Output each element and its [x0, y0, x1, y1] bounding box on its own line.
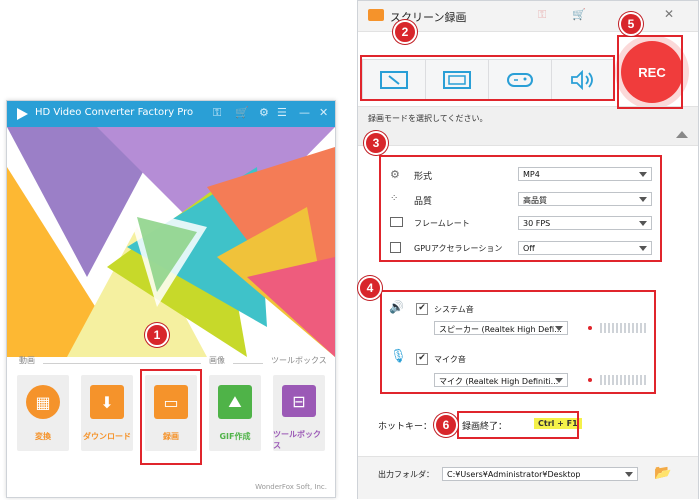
download-icon: ⬇	[90, 385, 124, 419]
gear-icon[interactable]: ⚙	[259, 106, 269, 119]
tile-label: ツールボックス	[273, 430, 321, 450]
gpu-value: Off	[523, 244, 535, 253]
step-badge-3: 3	[364, 131, 388, 155]
region-icon	[380, 71, 408, 89]
mic-audio-checkbox[interactable]: ✔	[416, 353, 428, 365]
framerate-label: フレームレート	[414, 219, 470, 228]
region-mode-button[interactable]	[362, 59, 426, 101]
app-title-bar: HD Video Converter Factory Pro ⚿ 🛒 ⚙ ☰ —…	[7, 101, 335, 127]
mode-hint: 録画モードを選択してください。	[368, 114, 488, 123]
fullscreen-icon	[443, 71, 471, 89]
divider	[233, 363, 263, 364]
app-logo-icon	[17, 108, 28, 120]
format-label: 形式	[414, 172, 433, 182]
hint-bar: 録画モードを選択してください。	[358, 106, 698, 146]
audio-level-dot	[588, 378, 592, 382]
footer-brand: WonderFox Soft, Inc.	[255, 483, 327, 491]
divider	[43, 363, 201, 364]
output-bar: 出力フォルダ： C:¥Users¥Administrator¥Desktop 📂	[358, 456, 698, 499]
game-mode-button[interactable]	[488, 59, 552, 101]
image-icon: ⛰	[218, 385, 252, 419]
output-path: C:¥Users¥Administrator¥Desktop	[447, 470, 581, 479]
format-select[interactable]: MP4	[518, 167, 652, 181]
audio-level-dot	[588, 326, 592, 330]
speaker-icon: 🔊	[389, 300, 404, 314]
monitor-icon: ▭	[154, 385, 188, 419]
gear-icon: ⚙	[390, 168, 400, 181]
quality-value: 高品質	[523, 196, 547, 205]
tile-toolbox[interactable]: ⊟ ツールボックス	[273, 375, 325, 451]
fullscreen-mode-button[interactable]	[425, 59, 489, 101]
hotkey-label: ホットキー：	[378, 422, 433, 432]
menu-icon[interactable]: ☰	[277, 106, 287, 119]
step-badge-5: 5	[619, 12, 643, 36]
tile-label: 録画	[163, 432, 179, 441]
close-icon[interactable]: ✕	[664, 7, 674, 21]
output-folder-label: 出力フォルダ：	[378, 470, 434, 479]
tile-label: 変換	[35, 432, 51, 441]
tile-gif[interactable]: ⛰ GIF作成	[209, 375, 261, 451]
tile-record[interactable]: ▭ 録画	[145, 375, 197, 451]
microphone-icon: 🎙	[390, 349, 407, 364]
system-audio-device: スピーカー (Realtek High Defi...	[439, 325, 562, 334]
audio-mode-button[interactable]	[551, 59, 615, 101]
format-value: MP4	[523, 170, 540, 179]
framerate-select[interactable]: 30 FPS	[518, 216, 652, 230]
category-video: 動画	[19, 356, 35, 365]
category-image: 画像	[209, 356, 225, 365]
mic-audio-meter	[600, 375, 646, 385]
step-badge-4: 4	[358, 276, 382, 300]
app-title: HD Video Converter Factory Pro	[35, 107, 194, 118]
framerate-value: 30 FPS	[523, 219, 551, 228]
gpu-label: GPUアクセラレーション	[414, 244, 503, 253]
toolbox-icon: ⊟	[282, 385, 316, 417]
step-badge-6: 6	[434, 413, 458, 437]
hotkey-keys[interactable]: Ctrl + F1	[534, 418, 582, 429]
main-app-window: HD Video Converter Factory Pro ⚿ 🛒 ⚙ ☰ —…	[6, 100, 336, 498]
quality-icon: ⁘	[390, 193, 399, 204]
system-audio-checkbox[interactable]: ✔	[416, 303, 428, 315]
folder-icon[interactable]: 📂	[654, 465, 671, 481]
step-badge-1: 1	[145, 323, 169, 347]
gamepad-icon	[507, 73, 533, 87]
hotkey-action: 録画終了：	[462, 422, 508, 432]
mic-device: マイク (Realtek High Definiti...	[439, 377, 559, 386]
key-icon[interactable]: ⚿	[213, 106, 221, 120]
film-icon: ▦	[26, 385, 60, 419]
step-badge-2: 2	[393, 20, 417, 44]
quality-label: 品質	[414, 197, 433, 207]
recorder-logo-icon	[368, 9, 384, 21]
cart-icon[interactable]: 🛒	[572, 8, 586, 21]
tile-label: ダウンロード	[83, 432, 131, 441]
key-icon[interactable]: ⚿	[538, 8, 546, 22]
mic-device-select[interactable]: マイク (Realtek High Definiti...	[434, 373, 568, 387]
tile-label: GIF作成	[219, 432, 251, 441]
frame-icon	[390, 217, 403, 227]
speaker-icon	[571, 70, 593, 90]
category-toolbox: ツールボックス	[271, 356, 327, 365]
tile-download[interactable]: ⬇ ダウンロード	[81, 375, 133, 451]
quality-select[interactable]: 高品質	[518, 192, 652, 206]
tile-convert[interactable]: ▦ 変換	[17, 375, 69, 451]
system-audio-label: システム音	[434, 305, 474, 314]
gpu-select[interactable]: Off	[518, 241, 652, 255]
rec-button[interactable]: REC	[621, 41, 683, 103]
close-icon[interactable]: ✕	[319, 106, 328, 119]
cart-icon[interactable]: 🛒	[235, 106, 249, 119]
system-audio-meter	[600, 323, 646, 333]
mic-audio-label: マイク音	[434, 355, 466, 364]
gpu-icon	[390, 242, 401, 253]
screen-recorder-panel: スクリーン録画 ⚿ 🛒 ✕ REC 録画モードを選択してください。 ⚙ 形式 M…	[357, 0, 699, 499]
output-path-field[interactable]: C:¥Users¥Administrator¥Desktop	[442, 467, 638, 481]
collapse-icon[interactable]	[676, 131, 688, 138]
system-audio-device-select[interactable]: スピーカー (Realtek High Defi...	[434, 321, 568, 335]
minimize-icon[interactable]: —	[299, 106, 310, 119]
